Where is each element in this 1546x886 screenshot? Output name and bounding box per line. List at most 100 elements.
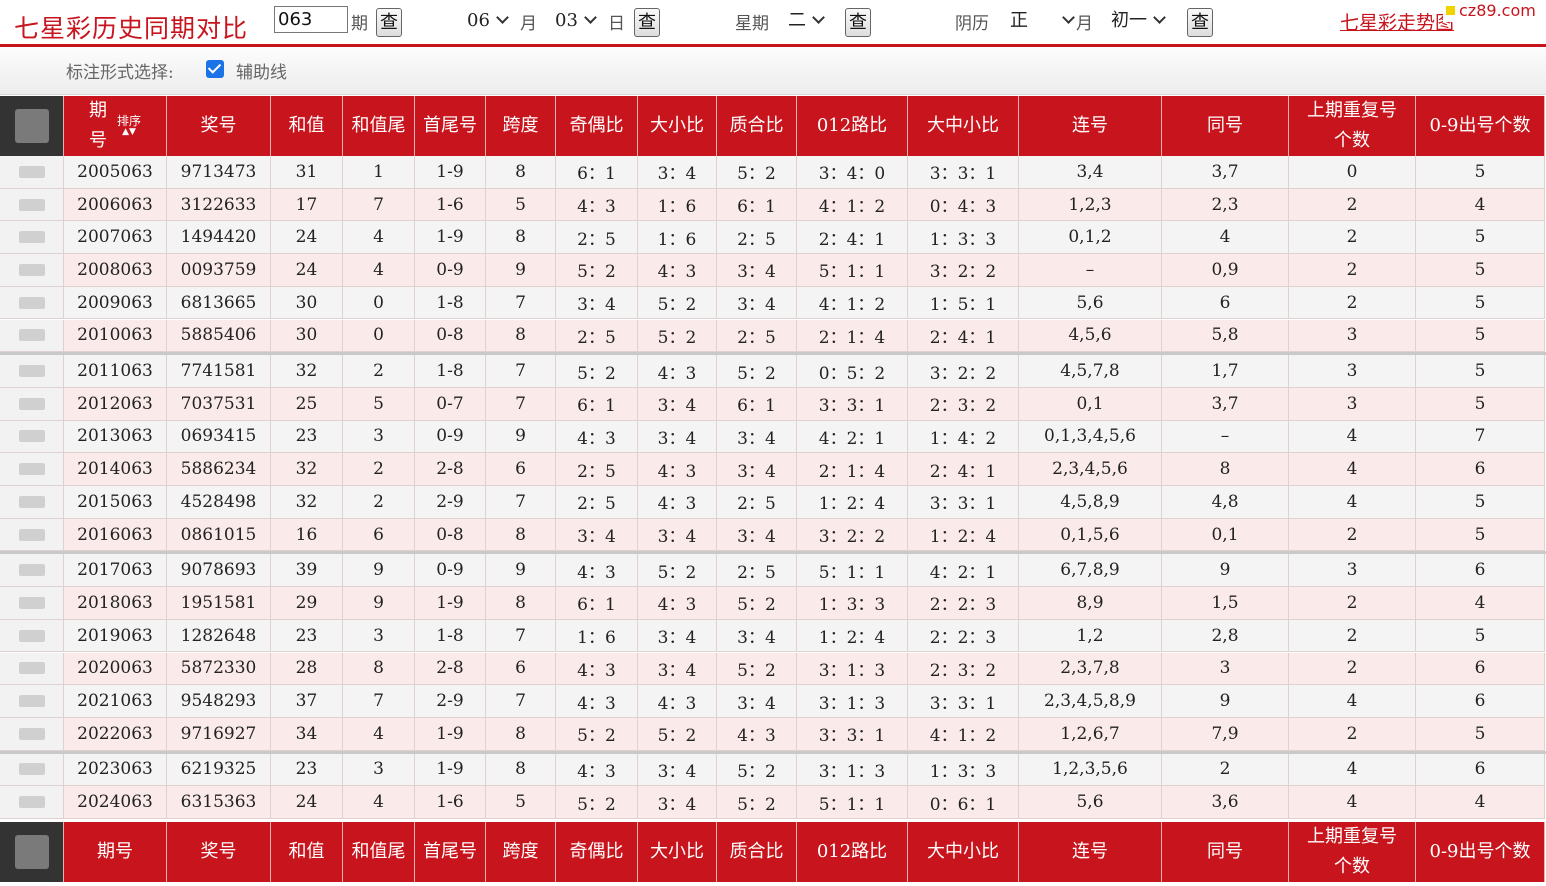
odd-even-cell: 1：6 <box>556 619 638 653</box>
query-issue-button[interactable]: 查 <box>376 8 402 37</box>
lunar-label: 阴历 <box>955 14 989 34</box>
head-tail-cell: 1-9 <box>415 156 486 189</box>
col-prime-composite-header: 质合比 <box>717 96 797 156</box>
col-prime-composite-header-label: 质合比 <box>729 841 784 862</box>
sum-tail-cell: 6 <box>343 518 415 552</box>
sum-cell: 23 <box>271 619 343 653</box>
prime-composite-cell: 5：2 <box>717 652 797 686</box>
query-weekday-button[interactable]: 查 <box>845 8 871 37</box>
prime-composite-cell: 5：2 <box>717 753 797 787</box>
number-cell: 6219325 <box>167 753 271 787</box>
number-cell: 9716927 <box>167 717 271 751</box>
head-tail-cell: 1-6 <box>415 786 486 819</box>
consecutive-cell: 6,7,8,9 <box>1019 554 1162 588</box>
sum-tail-cell: 2 <box>343 486 415 519</box>
sum-tail-cell: 2 <box>343 355 415 388</box>
same-number-cell: 9 <box>1162 685 1289 718</box>
sum-tail-cell: 9 <box>343 587 415 620</box>
sort-button[interactable]: 排序 ▲▼ <box>117 115 141 137</box>
sum-tail-cell: 0 <box>343 319 415 353</box>
number-cell: 0093759 <box>167 254 271 287</box>
row-thumb <box>0 717 64 751</box>
col-issue-header: 期号排序 ▲▼ <box>64 96 167 156</box>
sum-tail-cell: 4 <box>343 221 415 255</box>
day-select[interactable]: 03 <box>555 8 597 34</box>
table-header-row: 期号排序 ▲▼ 奖号 和值 和值尾 首尾号 跨度 奇偶比 大小比 质合比 012路比 大中小比 连号 同号… <box>0 96 1546 156</box>
annotation-style-label: 标注形式选择: <box>66 63 174 83</box>
digit-count-cell: 5 <box>1416 156 1545 189</box>
row-thumb <box>0 619 64 653</box>
table-row: 2021063 9548293 37 7 2-9 7 4：3 4：3 3：4 3：1：3 3：3：1… <box>0 685 1546 718</box>
query-date-button[interactable]: 查 <box>634 8 660 37</box>
head-tail-cell: 0-9 <box>415 420 486 454</box>
same-number-cell: 9 <box>1162 554 1289 588</box>
issue-input[interactable] <box>274 6 348 33</box>
prime-composite-cell: 5：2 <box>717 355 797 388</box>
weekday-select[interactable]: 二 <box>788 8 825 34</box>
route-012-cell: 3：3：1 <box>797 387 908 421</box>
head-tail-cell: 0-7 <box>415 387 486 421</box>
table-row: 2005063 9713473 31 1 1-9 8 6：1 3：4 5：2 3：4：0 3：3：1… <box>0 156 1546 189</box>
repeat-count-cell: 3 <box>1289 387 1416 421</box>
blurred-image <box>18 263 45 276</box>
issue-unit-label: 期 <box>351 14 368 34</box>
big-small-cell: 3：4 <box>638 652 717 686</box>
guide-line-checkbox[interactable] <box>206 60 224 78</box>
prime-composite-cell: 2：5 <box>717 319 797 353</box>
big-small-cell: 5：2 <box>638 319 717 353</box>
col-repeat-header-line2: 个数 <box>1334 130 1370 151</box>
col-digit-count-header: 0-9出号个数 <box>1416 96 1545 156</box>
blurred-image <box>18 463 45 476</box>
lunar-month-select[interactable]: 正 <box>1010 8 1075 34</box>
head-tail-cell: 0-8 <box>415 518 486 552</box>
sum-tail-cell: 9 <box>343 554 415 588</box>
repeat-count-cell: 2 <box>1289 619 1416 653</box>
route-012-cell: 4：2：1 <box>797 420 908 454</box>
big-mid-small-cell: 1：5：1 <box>908 286 1019 320</box>
table-row: 2017063 9078693 39 9 0-9 9 4：3 5：2 2：5 5：1：1 4：2：1… <box>0 554 1546 588</box>
col-big-small-header: 大小比 <box>638 822 717 882</box>
lunar-day-select[interactable]: 初一 <box>1111 8 1166 34</box>
trend-chart-link[interactable]: 七星彩走势图 <box>1340 8 1454 35</box>
digit-count-cell: 6 <box>1416 685 1545 718</box>
consecutive-cell: 2,3,7,8 <box>1019 652 1162 686</box>
row-thumb <box>0 554 64 588</box>
big-small-cell: 4：3 <box>638 587 717 620</box>
table-row: 2009063 6813665 30 0 1-8 7 3：4 5：2 3：4 4：1：2 1：5：1… <box>0 286 1546 320</box>
col-012-route-header-label: 012路比 <box>816 841 888 862</box>
consecutive-cell: 3,4 <box>1019 156 1162 189</box>
col-consecutive-header: 连号 <box>1019 96 1162 156</box>
sum-cell: 28 <box>271 652 343 686</box>
big-mid-small-cell: 2：2：3 <box>908 587 1019 620</box>
col-digit-count-header: 0-9出号个数 <box>1416 822 1545 882</box>
same-number-cell: 2 <box>1162 753 1289 787</box>
head-tail-cell: 1-6 <box>415 188 486 222</box>
digit-count-cell: 5 <box>1416 254 1545 287</box>
query-lunar-button[interactable]: 查 <box>1187 8 1213 37</box>
chevron-down-icon <box>496 11 509 24</box>
route-012-cell: 5：1：1 <box>797 786 908 819</box>
col-prime-composite-header: 质合比 <box>717 822 797 882</box>
sum-cell: 24 <box>271 254 343 287</box>
span-cell: 7 <box>486 685 556 718</box>
big-small-cell: 4：3 <box>638 685 717 718</box>
blurred-image <box>18 397 45 410</box>
col-sum-tail-header: 和值尾 <box>343 822 415 882</box>
logo-square-icon <box>1446 6 1455 15</box>
head-tail-cell: 0-8 <box>415 319 486 353</box>
issue-cell: 2007063 <box>64 221 167 255</box>
row-thumb <box>0 486 64 519</box>
sum-cell: 32 <box>271 453 343 486</box>
row-thumb <box>0 221 64 255</box>
digit-count-cell: 5 <box>1416 486 1545 519</box>
digit-count-cell: 5 <box>1416 717 1545 751</box>
repeat-count-cell: 4 <box>1289 486 1416 519</box>
sum-tail-cell: 3 <box>343 420 415 454</box>
prime-composite-cell: 5：2 <box>717 156 797 189</box>
prime-composite-cell: 3：4 <box>717 286 797 320</box>
issue-cell: 2024063 <box>64 786 167 819</box>
month-select[interactable]: 06 <box>467 8 509 34</box>
sum-tail-cell: 8 <box>343 652 415 686</box>
sum-tail-cell: 4 <box>343 786 415 819</box>
head-tail-cell: 2-9 <box>415 685 486 718</box>
